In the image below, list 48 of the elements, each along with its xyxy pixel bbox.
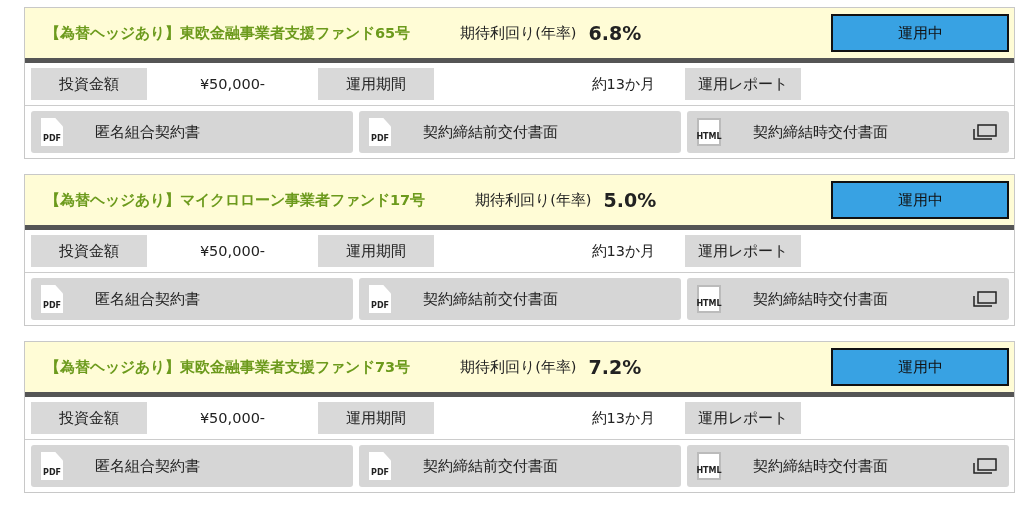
new-window-icon: [973, 291, 997, 307]
document-button[interactable]: PDF 契約締結前交付書面: [359, 111, 681, 153]
yield-value: 7.2%: [588, 356, 642, 378]
html-file-icon: HTML: [697, 285, 721, 313]
amount-value: ¥50,000-: [198, 243, 267, 259]
document-button[interactable]: HTML 契約締結時交付書面: [687, 278, 1009, 320]
fund-title: 【為替ヘッジあり】東欧金融事業者支援ファンド65号: [45, 23, 411, 43]
yield-value: 5.0%: [603, 189, 657, 211]
document-button[interactable]: PDF 匿名組合契約書: [31, 111, 353, 153]
document-button[interactable]: PDF 匿名組合契約書: [31, 445, 353, 487]
period-label: 運用期間: [318, 68, 434, 100]
amount-value: ¥50,000-: [198, 410, 267, 426]
yield-label: 期待利回り(年率): [475, 190, 592, 210]
status-button[interactable]: 運用中: [831, 348, 1009, 386]
document-button[interactable]: PDF 契約締結前交付書面: [359, 445, 681, 487]
pdf-file-icon: PDF: [41, 452, 63, 480]
new-window-icon: [973, 458, 997, 474]
pdf-file-icon: PDF: [41, 285, 63, 313]
amount-label: 投資金額: [31, 235, 147, 267]
status-button[interactable]: 運用中: [831, 14, 1009, 52]
status-button[interactable]: 運用中: [831, 181, 1009, 219]
pdf-file-icon: PDF: [369, 118, 391, 146]
report-button[interactable]: 運用レポート: [685, 402, 801, 434]
period-value: 約13か月: [590, 74, 656, 94]
period-value: 約13か月: [590, 408, 656, 428]
amount-label: 投資金額: [31, 68, 147, 100]
pdf-file-icon: PDF: [369, 452, 391, 480]
new-window-icon: [973, 124, 997, 140]
yield-label: 期待利回り(年率): [460, 23, 577, 43]
period-label: 運用期間: [318, 402, 434, 434]
html-file-icon: HTML: [697, 452, 721, 480]
pdf-file-icon: PDF: [369, 285, 391, 313]
document-button[interactable]: PDF 契約締結前交付書面: [359, 278, 681, 320]
yield-label: 期待利回り(年率): [460, 357, 577, 377]
report-button[interactable]: 運用レポート: [685, 68, 801, 100]
yield-value: 6.8%: [588, 22, 642, 44]
period-value: 約13か月: [590, 241, 656, 261]
amount-value: ¥50,000-: [198, 76, 267, 92]
report-button[interactable]: 運用レポート: [685, 235, 801, 267]
html-file-icon: HTML: [697, 118, 721, 146]
document-button[interactable]: HTML 契約締結時交付書面: [687, 445, 1009, 487]
fund-title: 【為替ヘッジあり】マイクロローン事業者ファンド17号: [45, 190, 426, 210]
pdf-file-icon: PDF: [41, 118, 63, 146]
document-button[interactable]: PDF 匿名組合契約書: [31, 278, 353, 320]
fund-title: 【為替ヘッジあり】東欧金融事業者支援ファンド73号: [45, 357, 411, 377]
period-label: 運用期間: [318, 235, 434, 267]
amount-label: 投資金額: [31, 402, 147, 434]
document-button[interactable]: HTML 契約締結時交付書面: [687, 111, 1009, 153]
